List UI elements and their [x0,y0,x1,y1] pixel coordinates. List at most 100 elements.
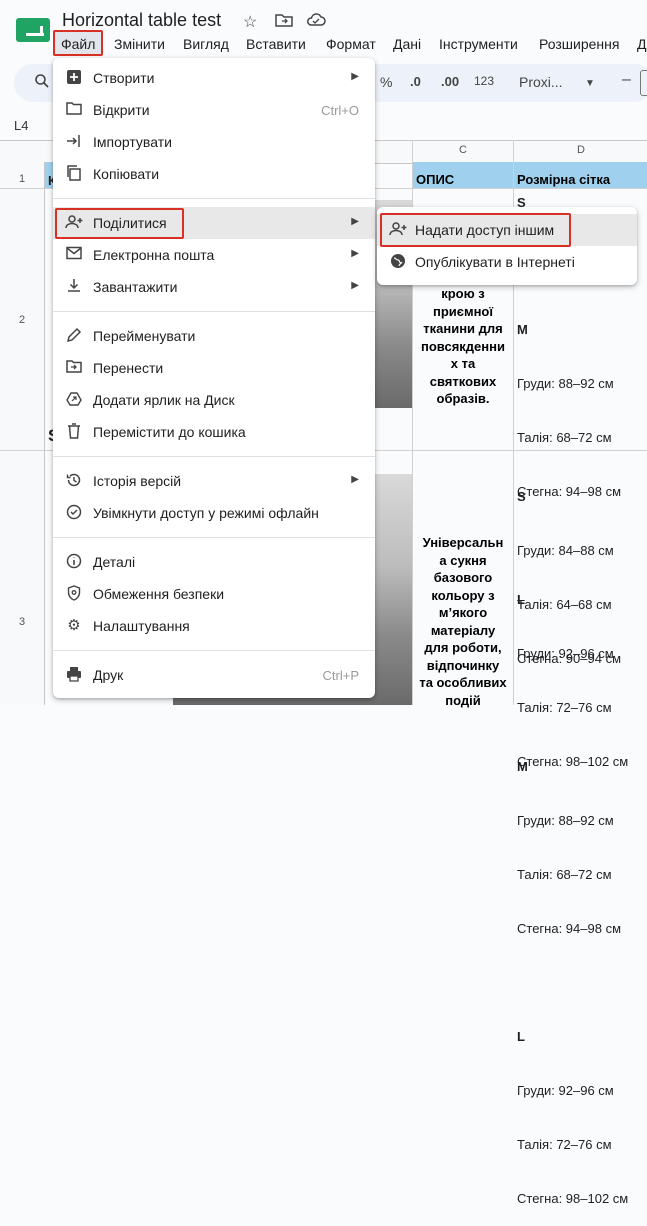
folder-icon [65,101,83,119]
menu-item-label: Створити [93,70,155,86]
menu-item-email[interactable]: Електронна пошта ▶ [53,239,375,271]
text-line: кольору з [431,587,495,603]
menu-item-copy[interactable]: Копіювати [53,158,375,190]
menu-insert[interactable]: Вставити [246,36,306,52]
text-line: базового [433,570,493,585]
header-cell-d: Розмірна сітка [514,162,647,188]
menu-extensions[interactable]: Розширення [539,36,619,52]
menu-item-label: Електронна пошта [93,247,215,263]
menu-item-shortcut: Ctrl+O [321,103,359,118]
menu-format[interactable]: Формат [326,36,376,52]
download-icon [65,278,83,296]
search-menus-icon[interactable] [34,73,50,94]
menu-item-settings[interactable]: ⚙ Налаштування [53,610,375,642]
menu-file[interactable]: Файл [61,36,95,52]
menu-item-details[interactable]: Деталі [53,546,375,578]
menu-item-import[interactable]: Імпортувати [53,126,375,158]
menu-help[interactable]: Д [637,36,646,52]
text-line: Стегна: 98–102 см [517,1191,629,1206]
text-line: подій [445,692,481,708]
menu-view[interactable]: Вигляд [183,36,229,52]
text-line: повсякденни [421,338,505,354]
menu-data[interactable]: Дані [393,36,421,52]
menu-item-offline[interactable]: Увімкнути доступ у режимі офлайн [53,497,375,529]
menu-item-label: Відкрити [93,102,150,118]
text-line: Груди: 88–92 см [517,376,614,391]
number-format-button[interactable]: 123 [474,74,494,88]
text-line: Талія: 72–76 см [517,1137,612,1152]
menu-item-label: Історія версій [93,473,182,489]
menu-item-security[interactable]: Обмеження безпеки [53,578,375,610]
trash-icon [65,423,83,441]
menu-item-version-history[interactable]: Історія версій ▶ [53,465,375,497]
document-title[interactable]: Horizontal table test [62,10,221,31]
menu-item-add-shortcut[interactable]: Додати ярлик на Диск [53,384,375,416]
text-line: відпочинку [426,657,500,673]
menu-item-trash[interactable]: Перемістити до кошика [53,416,375,448]
increase-decimal-button[interactable]: .00 [441,74,459,89]
info-icon [65,553,83,571]
move-folder-icon[interactable] [275,12,293,33]
menu-item-download[interactable]: Завантажити ▶ [53,271,375,303]
globe-icon [389,253,407,271]
menu-item-publish-web[interactable]: Опублікувати в Інтернеті [377,246,637,278]
menu-item-label: Перемістити до кошика [93,424,246,440]
text-line: Талія: 68–72 см [517,430,612,445]
menu-tools[interactable]: Інструменти [439,36,518,52]
text-line: L [517,1029,525,1044]
menu-separator [53,198,375,199]
menu-item-rename[interactable]: Перейменувати [53,320,375,352]
font-size-input[interactable] [640,70,647,96]
menu-item-label: Завантажити [93,279,178,295]
row-header-1[interactable]: 1 [0,173,44,185]
percent-format-button[interactable]: % [380,74,392,90]
menu-separator [53,650,375,651]
row3-sizes: S Груди: 84–88 см Талія: 64–68 см Стегна… [517,452,628,1226]
text-line: та особливих [419,675,507,690]
add-box-icon [65,69,83,87]
name-box[interactable]: L4 [14,118,28,133]
submenu-arrow-icon: ▶ [351,71,359,82]
font-size-decrease-button[interactable]: – [622,71,631,89]
menu-item-open[interactable]: Відкрити Ctrl+O [53,94,375,126]
row2-description: крою з приємної тканини для повсякденни … [414,285,512,408]
text-line: Талія: 68–72 см [517,867,612,882]
text-line: тканини для [423,321,503,336]
star-icon[interactable]: ☆ [243,12,257,32]
move-folder-icon [65,359,83,377]
text-line: матеріалу [430,622,496,638]
menu-separator [53,537,375,538]
text-line: Стегна: 94–98 см [517,921,621,936]
column-header-d[interactable]: D [577,144,585,156]
menu-item-shortcut: Ctrl+P [322,668,359,683]
pencil-icon [65,327,83,345]
menu-edit[interactable]: Змінити [114,36,165,52]
font-select[interactable]: Proxi... [519,74,563,90]
text-line: Стегна: 90–94 см [517,651,621,666]
text-line [517,974,628,992]
text-line: Універсальн [422,535,504,550]
menubar: Файл Змінити Вигляд Вставити Формат Дані… [0,34,647,56]
menu-item-create[interactable]: Створити ▶ [53,62,375,94]
row-header-3[interactable]: 3 [0,616,44,628]
menu-item-print[interactable]: Друк Ctrl+P [53,659,375,691]
text-line: M [517,759,528,774]
menu-item-move[interactable]: Перенести [53,352,375,384]
cloud-status-icon[interactable] [306,12,326,33]
menu-item-label: Друк [93,667,124,683]
submenu-arrow-icon: ▶ [351,216,359,227]
row-header-2[interactable]: 2 [0,314,44,326]
menu-separator [53,456,375,457]
text-line: для роботи, [424,640,502,655]
row3-description: Універсальн а сукня базового кольору з м… [414,534,512,709]
chevron-down-icon[interactable]: ▼ [585,78,595,89]
text-line: Груди: 88–92 см [517,813,614,828]
menu-item-label: Деталі [93,554,136,570]
text-line: S [517,489,526,504]
mail-icon [65,246,83,264]
text-line: святкових [429,373,497,389]
decrease-decimal-button[interactable]: .0 [410,74,421,89]
submenu-arrow-icon: ▶ [351,474,359,485]
column-header-c[interactable]: C [459,144,467,156]
offline-icon [65,504,83,522]
